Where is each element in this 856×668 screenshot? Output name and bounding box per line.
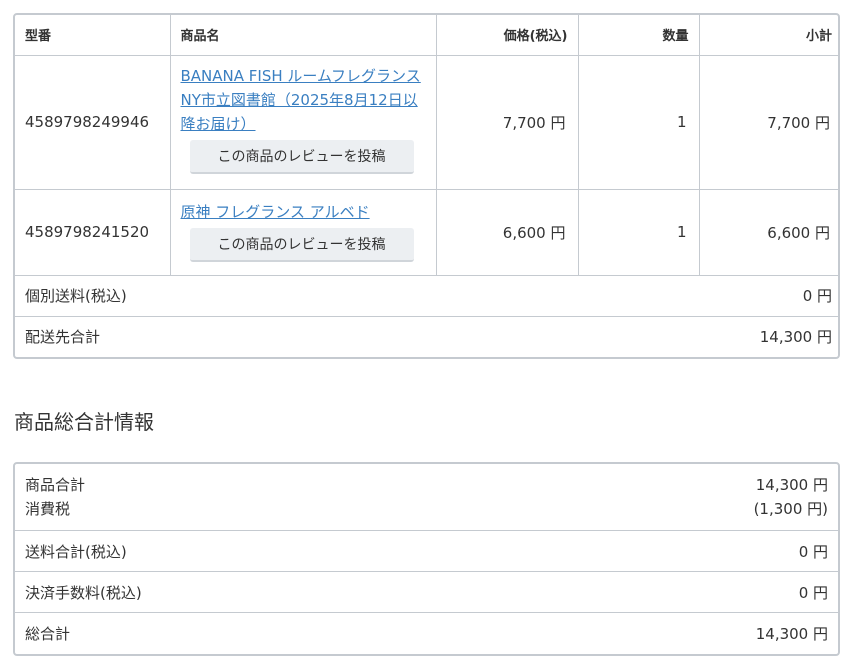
item-subtotal: 6,600 円 [698,188,838,276]
destination-total-row: 配送先合計 14,300 円 [15,315,838,357]
payment-fee-row: 決済手数料(税込) 0 円 [15,571,838,613]
item-code: 4589798249946 [15,54,171,190]
grand-total-row: 総合計 14,300 円 [15,612,838,654]
item-name-cell: BANANA FISH ルームフレグランス NY市立図書館（2025年8月12日… [169,54,437,190]
header-model: 型番 [15,15,171,56]
item-price: 6,600 円 [435,188,579,276]
order-items-table: 型番 商品名 価格(税込) 数量 小計 4589798249946 BANANA… [15,15,838,357]
shipping-label: 個別送料(税込) [25,287,127,305]
summary-heading: 商品総合計情報 [14,410,154,434]
tax-label: 消費税 [25,500,71,518]
write-review-button[interactable]: この商品のレビューを投稿 [189,227,414,262]
shipping-row: 個別送料(税込) 0 円 [15,274,838,317]
item-quantity: 1 [577,188,700,276]
product-link[interactable]: 原神 フレグランス アルベド [181,203,370,221]
payment-fee-label: 決済手数料(税込) [25,583,142,602]
shipping-total-row: 送料合計(税込) 0 円 [15,530,838,572]
header-subtotal: 小計 [698,15,838,56]
item-code: 4589798241520 [15,188,171,276]
header-quantity: 数量 [577,15,700,56]
shipping-total-label: 送料合計(税込) [25,542,127,561]
tax-value: (1,300 円) [753,500,828,518]
header-price: 価格(税込) [435,15,579,56]
destination-total-label: 配送先合計 [25,328,101,347]
product-total-row: 商品合計 消費税 14,300 円 (1,300 円) [15,464,838,531]
shipping-value: 0 円 [802,287,832,305]
order-items-box: 型番 商品名 価格(税込) 数量 小計 4589798249946 BANANA… [13,13,840,359]
table-row: 4589798249946 BANANA FISH ルームフレグランス NY市立… [15,54,838,190]
order-summary-box: 商品合計 消費税 14,300 円 (1,300 円) 送料合計(税込) 0 円 [13,462,840,656]
item-name-cell: 原神 フレグランス アルベド この商品のレビューを投稿 [169,188,437,276]
table-row: 4589798241520 原神 フレグランス アルベド この商品のレビューを投… [15,188,838,276]
write-review-button[interactable]: この商品のレビューを投稿 [189,139,414,174]
destination-total-value: 14,300 円 [759,328,832,347]
grand-total-value: 14,300 円 [755,624,828,643]
product-total-label: 商品合計 [25,476,86,494]
table-header-row: 型番 商品名 価格(税込) 数量 小計 [15,15,838,56]
header-product-name: 商品名 [169,15,437,56]
payment-fee-value: 0 円 [798,583,828,602]
shipping-total-value: 0 円 [798,542,828,561]
item-price: 7,700 円 [435,54,579,190]
item-subtotal: 7,700 円 [698,54,838,190]
item-quantity: 1 [577,54,700,190]
product-link[interactable]: BANANA FISH ルームフレグランス NY市立図書館（2025年8月12日… [181,67,421,133]
product-total-value: 14,300 円 [755,476,828,494]
grand-total-label: 総合計 [25,624,71,643]
order-summary-table: 商品合計 消費税 14,300 円 (1,300 円) 送料合計(税込) 0 円 [15,464,838,654]
